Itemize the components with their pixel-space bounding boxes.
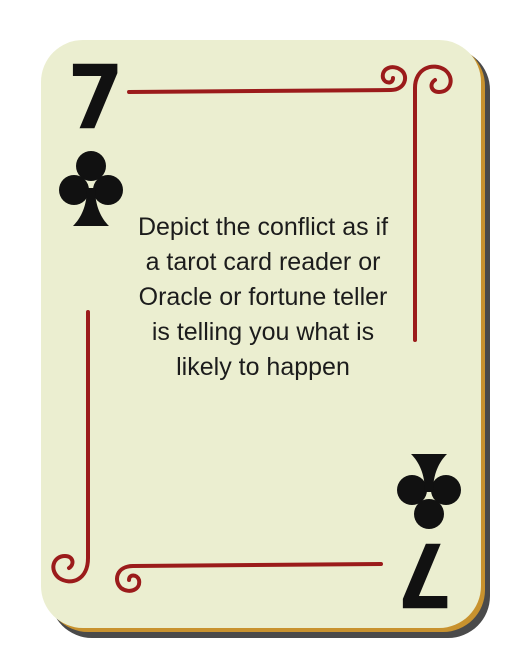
rank-bottom: 7 [396,523,453,626]
club-icon [397,454,461,529]
club-icon [59,151,123,226]
playing-card[interactable]: 7 Depict the conflict as if a tarot card… [41,40,481,628]
rank-top: 7 [67,46,124,149]
prompt-text: Depict the conflict as if a tarot card r… [137,213,389,381]
card-stage: 7 Depict the conflict as if a tarot card… [0,0,516,671]
